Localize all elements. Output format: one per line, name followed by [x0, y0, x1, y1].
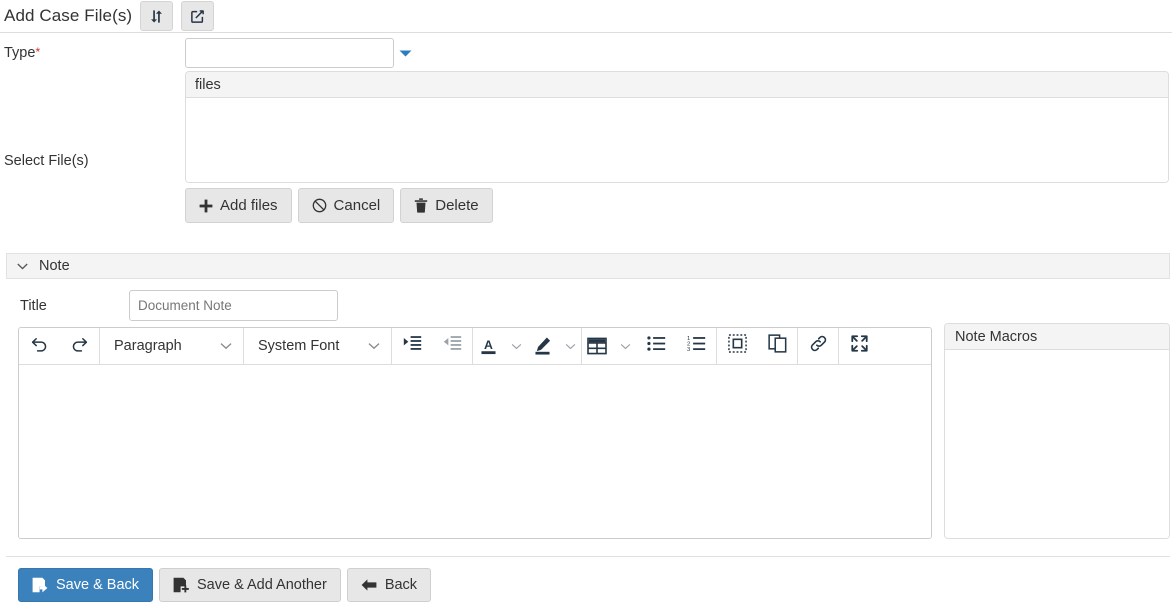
fullscreen-expand-icon [850, 334, 869, 358]
save-add-icon [173, 577, 189, 593]
files-column-header: files [186, 72, 1168, 98]
bullet-list-button[interactable] [636, 328, 676, 365]
add-files-button[interactable]: Add files [185, 188, 292, 223]
file-actions-toolbar: Add files Cancel Delete [185, 188, 493, 223]
files-panel: files [185, 71, 1169, 183]
numbered-list-icon: 1 2 3 [687, 335, 706, 357]
text-color-a-icon: A [473, 336, 503, 356]
footer-actions: Save & Back Save & Add Another Back [18, 568, 431, 602]
note-macros-header: Note Macros [945, 324, 1169, 350]
add-case-files-page: Add Case File(s) Type* [0, 0, 1172, 609]
highlight-color-button[interactable] [527, 328, 581, 365]
delete-files-label: Delete [435, 197, 478, 214]
undo-arrow-icon [30, 334, 49, 358]
link-chain-icon [809, 334, 828, 358]
trash-icon [414, 198, 428, 213]
files-list[interactable] [186, 98, 1168, 182]
editor-toolbar: Paragraph System Font [19, 328, 931, 365]
edit-square-button[interactable] [181, 1, 214, 31]
page-title: Add Case File(s) [4, 6, 132, 26]
numbered-list-button[interactable]: 1 2 3 [676, 328, 716, 365]
footer-divider [6, 556, 1170, 557]
arrow-left-icon [361, 578, 377, 592]
note-macros-list[interactable] [945, 350, 1169, 538]
note-section-header[interactable]: Note [6, 253, 1170, 279]
cancel-upload-label: Cancel [334, 197, 381, 214]
note-macros-panel: Note Macros [944, 323, 1170, 539]
chevron-down-icon [17, 263, 28, 270]
page-header: Add Case File(s) [0, 0, 1172, 33]
exchange-arrows-button[interactable] [140, 1, 173, 31]
cancel-upload-button[interactable]: Cancel [298, 188, 395, 223]
chevron-down-icon [368, 338, 380, 354]
block-format-value: Paragraph [114, 338, 182, 354]
insert-template-button[interactable] [717, 328, 757, 365]
note-title-input[interactable] [129, 290, 338, 321]
increase-indent-button[interactable] [392, 328, 432, 365]
ban-circle-icon [312, 198, 327, 213]
chevron-down-icon[interactable] [614, 343, 636, 350]
dashed-box-icon [728, 334, 747, 358]
editor-content-area[interactable] [19, 365, 931, 539]
save-back-icon [32, 577, 48, 593]
fullscreen-button[interactable] [839, 328, 879, 365]
bullet-list-icon [647, 335, 666, 357]
required-marker: * [35, 45, 40, 59]
save-and-add-another-button[interactable]: Save & Add Another [159, 568, 341, 602]
indent-increase-icon [403, 335, 422, 357]
type-input[interactable] [185, 38, 394, 68]
add-files-label: Add files [220, 197, 278, 214]
copy-duplicate-icon [768, 334, 787, 358]
insert-link-button[interactable] [798, 328, 838, 365]
chevron-down-icon [220, 338, 232, 354]
note-section-label: Note [39, 258, 70, 274]
edit-square-icon [190, 9, 205, 24]
exchange-arrows-icon [149, 9, 164, 24]
type-label-text: Type [4, 45, 35, 61]
highlighter-pen-icon [527, 336, 557, 356]
chevron-down-icon [399, 45, 412, 63]
font-family-value: System Font [258, 338, 339, 354]
chevron-down-icon[interactable] [559, 343, 581, 350]
back-button[interactable]: Back [347, 568, 431, 602]
redo-arrow-icon [70, 334, 89, 358]
duplicate-button[interactable] [757, 328, 797, 365]
rich-text-editor: Paragraph System Font [18, 327, 932, 539]
save-and-add-another-label: Save & Add Another [197, 577, 327, 593]
save-and-back-button[interactable]: Save & Back [18, 568, 153, 602]
delete-files-button[interactable]: Delete [400, 188, 492, 223]
decrease-indent-button[interactable] [432, 328, 472, 365]
insert-table-button[interactable] [582, 328, 636, 365]
redo-button[interactable] [59, 328, 99, 365]
select-files-label: Select File(s) [4, 153, 89, 169]
save-and-back-label: Save & Back [56, 577, 139, 593]
text-color-button[interactable]: A [473, 328, 527, 365]
indent-decrease-icon [443, 335, 462, 357]
svg-text:3: 3 [687, 347, 690, 352]
table-icon [582, 337, 612, 355]
font-family-select[interactable]: System Font [244, 328, 391, 365]
note-title-label: Title [20, 298, 47, 314]
type-label: Type* [4, 45, 40, 61]
undo-button[interactable] [19, 328, 59, 365]
block-format-select[interactable]: Paragraph [100, 328, 243, 365]
back-label: Back [385, 577, 417, 593]
plus-icon [199, 199, 213, 213]
svg-text:A: A [484, 338, 493, 352]
chevron-down-icon[interactable] [505, 343, 527, 350]
type-dropdown-toggle[interactable] [399, 47, 412, 60]
